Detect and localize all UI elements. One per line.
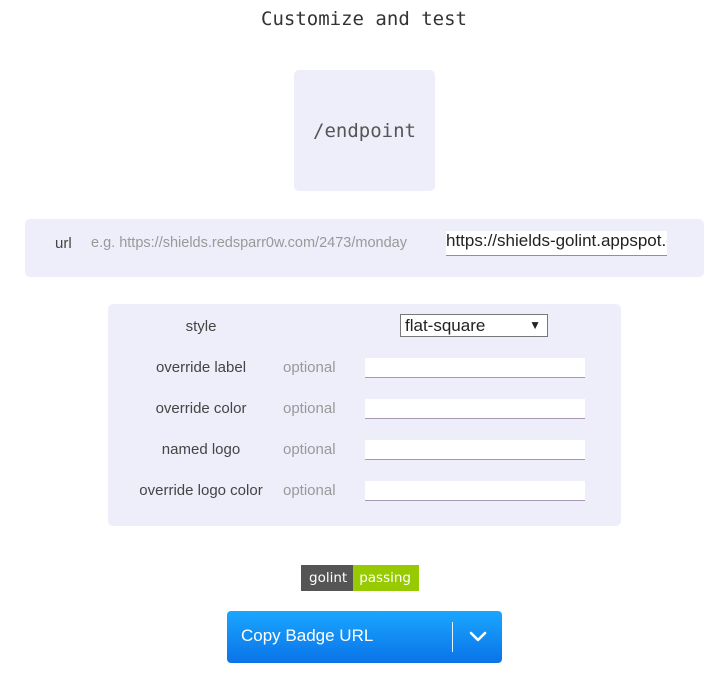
override-color-hint: optional <box>283 400 336 417</box>
named-logo-label: named logo <box>161 441 241 458</box>
style-label: style <box>185 318 217 335</box>
override-color-input[interactable] <box>365 399 585 419</box>
override-logo-color-label: override logo color <box>139 482 263 499</box>
url-panel: url e.g. https://shields.redsparr0w.com/… <box>25 219 704 277</box>
url-input[interactable]: https://shields-golint.appspot.com/ <box>446 231 667 256</box>
url-hint: e.g. https://shields.redsparr0w.com/2473… <box>91 235 407 251</box>
named-logo-hint: optional <box>283 441 336 458</box>
override-label-label: override label <box>155 359 247 376</box>
style-select-value: flat-square <box>405 316 486 335</box>
endpoint-path: /endpoint <box>313 119 416 142</box>
page-title: Customize and test <box>261 8 467 30</box>
copy-badge-url-button[interactable]: Copy Badge URL <box>227 611 502 663</box>
url-label: url <box>55 235 72 252</box>
badge-label: golint <box>301 565 354 591</box>
named-logo-input[interactable] <box>365 440 585 460</box>
override-logo-color-hint: optional <box>283 482 336 499</box>
style-select[interactable]: flat-square ▼ <box>400 314 548 337</box>
override-label-hint: optional <box>283 359 336 376</box>
chevron-down-icon[interactable] <box>466 624 490 648</box>
badge-preview: golint passing <box>301 565 419 591</box>
override-label-input[interactable] <box>365 358 585 378</box>
options-panel: style flat-square ▼ override label optio… <box>108 304 621 526</box>
override-color-label: override color <box>155 400 247 417</box>
dropdown-arrow-icon: ▼ <box>529 318 541 332</box>
badge-message: passing <box>353 565 419 591</box>
button-divider <box>452 622 453 652</box>
endpoint-preview: /endpoint <box>294 70 435 191</box>
copy-badge-url-label: Copy Badge URL <box>241 626 374 645</box>
override-logo-color-input[interactable] <box>365 481 585 501</box>
